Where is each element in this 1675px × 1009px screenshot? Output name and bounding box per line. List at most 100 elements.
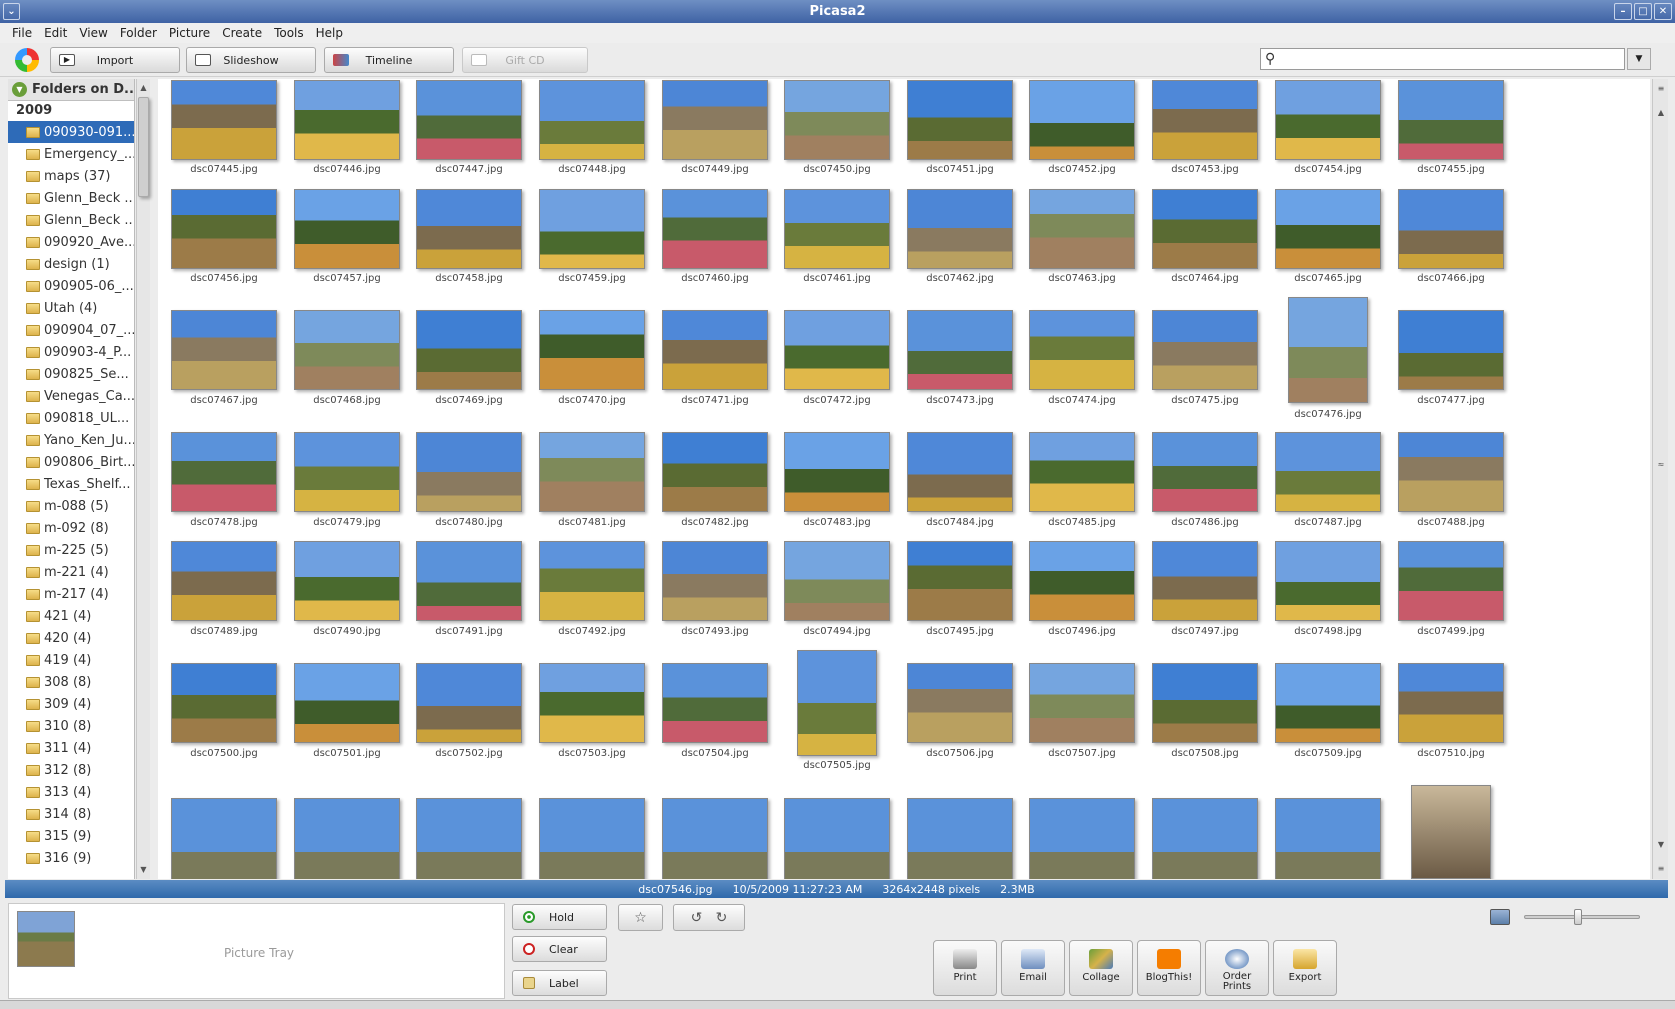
photo-thumbnail[interactable]: [1275, 189, 1381, 269]
scroll-up-icon[interactable]: ▲: [1655, 107, 1667, 119]
photo-thumbnail[interactable]: [294, 189, 400, 269]
photo-thumbnail[interactable]: [1288, 297, 1368, 403]
rotate-left-icon[interactable]: ↺: [691, 910, 703, 926]
photo-thumbnail[interactable]: [1275, 798, 1381, 879]
photo-thumbnail[interactable]: [539, 80, 645, 160]
photo-thumbnail[interactable]: [784, 798, 890, 879]
print-button[interactable]: Print: [933, 940, 997, 996]
label-button[interactable]: Label: [512, 970, 607, 996]
photo-thumbnail[interactable]: [662, 432, 768, 512]
export-button[interactable]: Export: [1273, 940, 1337, 996]
photo-thumbnail[interactable]: [1152, 80, 1258, 160]
zoom-slider[interactable]: [1524, 915, 1640, 919]
folder-item[interactable]: 090905-06_...: [8, 275, 134, 297]
photo-thumbnail[interactable]: [662, 798, 768, 879]
photo-thumbnail[interactable]: [539, 432, 645, 512]
photo-thumbnail[interactable]: [294, 798, 400, 879]
rotate-right-icon[interactable]: ↻: [716, 910, 728, 926]
menu-folder[interactable]: Folder: [114, 26, 163, 40]
photo-thumbnail[interactable]: [784, 189, 890, 269]
photo-thumbnail[interactable]: [539, 798, 645, 879]
photo-thumbnail[interactable]: [1152, 189, 1258, 269]
photo-thumbnail[interactable]: [171, 798, 277, 879]
folder-item[interactable]: m-092 (8): [8, 517, 134, 539]
photo-thumbnail[interactable]: [416, 432, 522, 512]
folder-item[interactable]: m-217 (4): [8, 583, 134, 605]
folders-header[interactable]: ▼ Folders on D...: [8, 79, 134, 101]
photo-thumbnail[interactable]: [539, 663, 645, 743]
photo-thumbnail[interactable]: [1275, 432, 1381, 512]
folder-item[interactable]: Emergency_...: [8, 143, 134, 165]
folder-item[interactable]: 090930-091...: [8, 121, 134, 143]
folder-item[interactable]: 310 (8): [8, 715, 134, 737]
hold-button[interactable]: Hold: [512, 904, 607, 930]
folder-item[interactable]: Venegas_Ca...: [8, 385, 134, 407]
menu-help[interactable]: Help: [310, 26, 349, 40]
photo-thumbnail[interactable]: [416, 541, 522, 621]
photo-thumbnail[interactable]: [1275, 80, 1381, 160]
photo-thumbnail[interactable]: [1398, 663, 1504, 743]
folder-item[interactable]: 311 (4): [8, 737, 134, 759]
folder-item[interactable]: 316 (9): [8, 847, 134, 869]
folder-item[interactable]: 313 (4): [8, 781, 134, 803]
photo-thumbnail[interactable]: [416, 310, 522, 390]
photo-thumbnail[interactable]: [907, 189, 1013, 269]
folder-item[interactable]: design (1): [8, 253, 134, 275]
scroll-down-icon[interactable]: ▼: [1655, 839, 1667, 851]
photo-thumbnail[interactable]: [171, 432, 277, 512]
folder-item[interactable]: 090904_07_...: [8, 319, 134, 341]
photo-thumbnail[interactable]: [1029, 310, 1135, 390]
photo-thumbnail[interactable]: [907, 798, 1013, 879]
photo-thumbnail[interactable]: [907, 432, 1013, 512]
scrollbar-thumb[interactable]: [138, 97, 149, 197]
scroll-top-icon[interactable]: ≡: [1655, 83, 1667, 95]
order-prints-button[interactable]: Order Prints: [1205, 940, 1269, 996]
photo-thumbnail[interactable]: [1029, 80, 1135, 160]
photo-thumbnail[interactable]: [1029, 432, 1135, 512]
photo-thumbnail[interactable]: [1411, 785, 1491, 879]
clear-button[interactable]: Clear: [512, 936, 607, 962]
photo-thumbnail[interactable]: [1152, 541, 1258, 621]
folder-item[interactable]: 090825_Se...: [8, 363, 134, 385]
menu-edit[interactable]: Edit: [38, 26, 73, 40]
folder-item[interactable]: 090903-4_P...: [8, 341, 134, 363]
folder-item[interactable]: 312 (8): [8, 759, 134, 781]
close-icon[interactable]: ✕: [1654, 3, 1672, 20]
photo-thumbnail[interactable]: [1029, 798, 1135, 879]
photo-thumbnail[interactable]: [1152, 432, 1258, 512]
folder-item[interactable]: m-088 (5): [8, 495, 134, 517]
photo-thumbnail[interactable]: [1398, 432, 1504, 512]
photo-thumbnail[interactable]: [662, 541, 768, 621]
sidebar-scrollbar[interactable]: ▲ ▼: [136, 79, 150, 879]
folder-item[interactable]: 309 (4): [8, 693, 134, 715]
year-group[interactable]: 2009: [8, 101, 134, 121]
photo-thumbnail[interactable]: [662, 189, 768, 269]
photo-thumbnail[interactable]: [797, 650, 877, 756]
photo-thumbnail[interactable]: [784, 310, 890, 390]
photo-thumbnail[interactable]: [416, 798, 522, 879]
photo-thumbnail[interactable]: [1029, 663, 1135, 743]
folder-item[interactable]: Glenn_Beck ...: [8, 209, 134, 231]
timeline-button[interactable]: Timeline: [324, 47, 454, 73]
menu-picture[interactable]: Picture: [163, 26, 216, 40]
photo-thumbnail[interactable]: [539, 541, 645, 621]
slideshow-button[interactable]: Slideshow: [186, 47, 316, 73]
menu-create[interactable]: Create: [216, 26, 268, 40]
photo-thumbnail[interactable]: [294, 432, 400, 512]
folder-item[interactable]: 315 (9): [8, 825, 134, 847]
photo-thumbnail[interactable]: [907, 310, 1013, 390]
blogthis-button[interactable]: BlogThis!: [1137, 940, 1201, 996]
folder-item[interactable]: Utah (4): [8, 297, 134, 319]
folder-item[interactable]: 314 (8): [8, 803, 134, 825]
grid-scrollbar[interactable]: ≡ ▲ ≈ ▼ ≡: [1652, 79, 1668, 879]
folder-item[interactable]: m-221 (4): [8, 561, 134, 583]
email-button[interactable]: Email: [1001, 940, 1065, 996]
minimize-icon[interactable]: –: [1614, 3, 1632, 20]
folder-item[interactable]: 090806_Birt...: [8, 451, 134, 473]
photo-thumbnail[interactable]: [1029, 541, 1135, 621]
tray-thumbnail[interactable]: [17, 911, 75, 967]
folder-item[interactable]: 421 (4): [8, 605, 134, 627]
photo-thumbnail[interactable]: [294, 541, 400, 621]
photo-thumbnail[interactable]: [171, 541, 277, 621]
photo-thumbnail[interactable]: [171, 80, 277, 160]
